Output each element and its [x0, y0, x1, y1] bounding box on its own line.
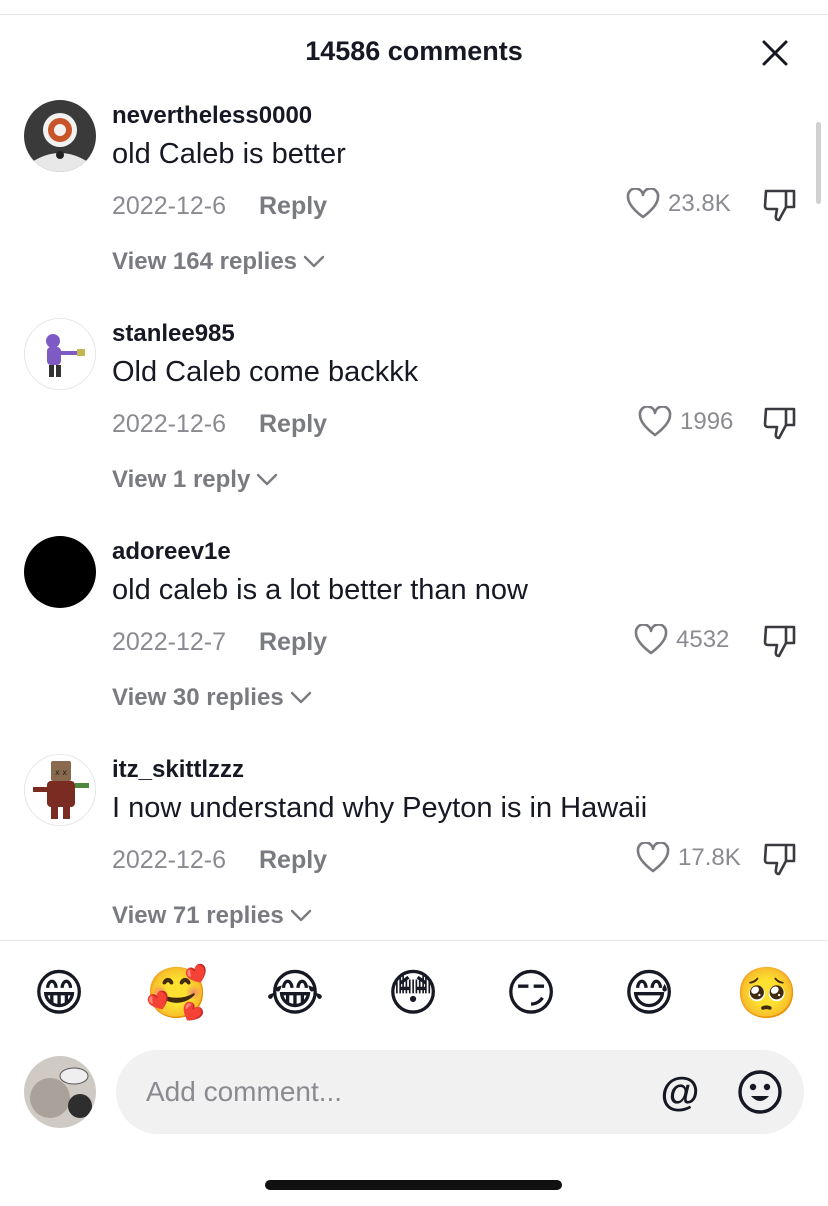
- chevron-down-icon: [290, 909, 311, 922]
- reply-button[interactable]: Reply: [259, 846, 327, 875]
- close-button[interactable]: [758, 36, 792, 70]
- avatar[interactable]: x x: [24, 754, 96, 826]
- top-divider: [0, 14, 828, 15]
- comment-item: stanlee985 Old Caleb come backkk 2022-12…: [0, 316, 828, 534]
- comment-item: nevertheless0000 old Caleb is better 202…: [0, 98, 828, 316]
- thumbs-down-icon: [763, 843, 796, 876]
- reply-button[interactable]: Reply: [259, 410, 327, 439]
- view-replies-button[interactable]: View 30 replies: [112, 684, 312, 712]
- comment-composer: @: [0, 1048, 828, 1138]
- comment-username[interactable]: stanlee985: [112, 320, 235, 348]
- view-replies-label: View 1 reply: [112, 466, 251, 493]
- close-icon: [762, 40, 788, 66]
- comments-header: 14586 comments: [0, 30, 828, 74]
- comment-input-box: @: [116, 1050, 804, 1134]
- emoji-tears-of-joy-button[interactable]: 😂: [260, 958, 330, 1028]
- emoji-grin-button[interactable]: 😁: [24, 958, 94, 1028]
- emoji-flushed-button[interactable]: 😳: [378, 958, 448, 1028]
- heart-icon: [634, 624, 668, 655]
- comment-username[interactable]: adoreev1e: [112, 538, 231, 566]
- like-count: 4532: [676, 626, 730, 653]
- dislike-button[interactable]: [762, 841, 798, 877]
- comment-text: old Caleb is better: [112, 138, 346, 170]
- comment-meta: 2022-12-6 Reply: [112, 410, 327, 439]
- heart-icon: [626, 188, 660, 219]
- like-count: 1996: [680, 408, 734, 435]
- view-replies-label: View 164 replies: [112, 248, 298, 275]
- home-indicator[interactable]: [265, 1180, 562, 1190]
- comment-input[interactable]: [146, 1050, 626, 1134]
- dislike-button[interactable]: [762, 623, 798, 659]
- comment-list: nevertheless0000 old Caleb is better 202…: [0, 98, 828, 940]
- comment-date: 2022-12-6: [112, 192, 226, 220]
- like-button[interactable]: 23.8K: [626, 186, 731, 222]
- thumbs-down-icon: [763, 625, 796, 658]
- chevron-down-icon: [303, 255, 325, 268]
- comment-username[interactable]: itz_skittlzzz: [112, 756, 244, 784]
- quick-emoji-bar: 😁 🥰 😂 😳 😏 😅 🥺: [0, 958, 828, 1030]
- view-replies-label: View 30 replies: [112, 684, 284, 711]
- emoji-pleading-button[interactable]: 🥺: [732, 958, 802, 1028]
- comment-meta: 2022-12-6 Reply: [112, 192, 327, 221]
- like-button[interactable]: 17.8K: [636, 840, 741, 876]
- comment-username[interactable]: nevertheless0000: [112, 102, 312, 130]
- current-user-avatar: [24, 1056, 96, 1128]
- composer-divider: [0, 940, 828, 941]
- emoji-face-icon: [738, 1070, 782, 1114]
- avatar[interactable]: [24, 318, 96, 390]
- comment-item: adoreev1e old caleb is a lot better than…: [0, 534, 828, 752]
- like-count: 23.8K: [668, 190, 731, 217]
- reply-button[interactable]: Reply: [259, 192, 327, 221]
- view-replies-button[interactable]: View 71 replies: [112, 902, 312, 930]
- avatar[interactable]: [24, 100, 96, 172]
- comment-date: 2022-12-6: [112, 846, 226, 874]
- emoji-smiling-hearts-button[interactable]: 🥰: [142, 958, 212, 1028]
- emoji-picker-button[interactable]: [736, 1068, 784, 1116]
- thumbs-down-icon: [763, 407, 796, 440]
- emoji-smirk-button[interactable]: 😏: [496, 958, 566, 1028]
- emoji-sweat-smile-button[interactable]: 😅: [614, 958, 684, 1028]
- chevron-down-icon: [290, 691, 311, 704]
- svg-text:x x: x x: [55, 768, 67, 777]
- mention-button[interactable]: @: [656, 1068, 704, 1116]
- comment-text: Old Caleb come backkk: [112, 356, 419, 388]
- comment-meta: 2022-12-7 Reply: [112, 628, 327, 657]
- chevron-down-icon: [257, 473, 278, 486]
- comment-item: x x itz_skittlzzz I now understand why P…: [0, 752, 828, 940]
- comments-count-title: 14586 comments: [305, 36, 523, 66]
- view-replies-button[interactable]: View 1 reply: [112, 466, 278, 494]
- reply-button[interactable]: Reply: [259, 628, 327, 657]
- comment-date: 2022-12-7: [112, 628, 226, 656]
- thumbs-down-icon: [763, 189, 796, 222]
- dislike-button[interactable]: [762, 187, 798, 223]
- like-button[interactable]: 4532: [634, 622, 729, 658]
- heart-icon: [638, 406, 672, 437]
- heart-icon: [636, 842, 670, 873]
- like-button[interactable]: 1996: [638, 404, 733, 440]
- view-replies-label: View 71 replies: [112, 902, 284, 929]
- comment-text: old caleb is a lot better than now: [112, 574, 528, 606]
- like-count: 17.8K: [678, 844, 741, 871]
- comment-text: I now understand why Peyton is in Hawaii: [112, 792, 648, 824]
- dislike-button[interactable]: [762, 405, 798, 441]
- view-replies-button[interactable]: View 164 replies: [112, 248, 325, 276]
- avatar[interactable]: [24, 536, 96, 608]
- comment-meta: 2022-12-6 Reply: [112, 846, 327, 875]
- comment-date: 2022-12-6: [112, 410, 226, 438]
